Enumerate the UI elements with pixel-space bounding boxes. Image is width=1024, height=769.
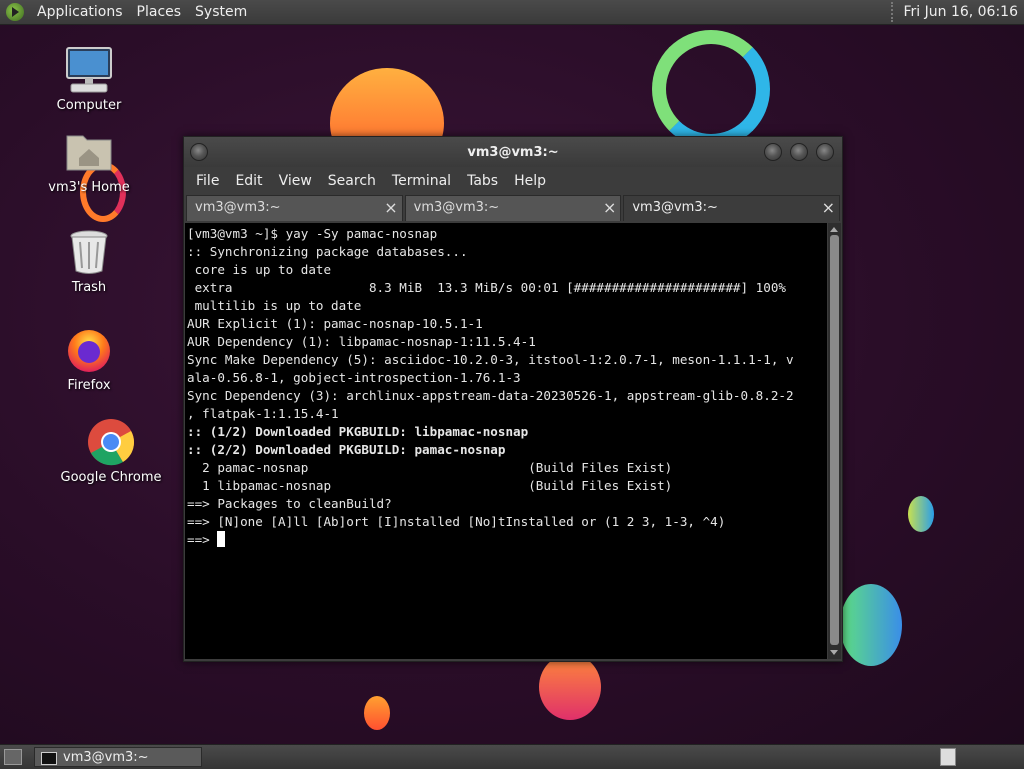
computer-icon [65,46,113,94]
menu-edit[interactable]: Edit [227,173,270,189]
top-panel: Applications Places System Fri Jun 16, 0… [0,0,1024,25]
terminal-cursor [217,531,226,547]
minimize-button[interactable] [764,143,782,161]
desktop-icon-label: Firefox [67,378,111,393]
desktop-icon-trash[interactable]: Trash [34,228,144,295]
desktop-icon-home[interactable]: vm3's Home [34,128,144,195]
tab-bar: vm3@vm3:~ × vm3@vm3:~ × vm3@vm3:~ × [184,195,842,221]
tab-label: vm3@vm3:~ [632,200,718,215]
menu-file[interactable]: File [188,173,227,189]
terminal-line: Sync Make Dependency (5): asciidoc-10.2.… [187,352,794,367]
panel-clock[interactable]: Fri Jun 16, 06:16 [891,2,1024,22]
taskbar-item-label: vm3@vm3:~ [63,750,149,765]
maximize-button[interactable] [790,143,808,161]
tab-label: vm3@vm3:~ [413,200,500,215]
show-desktop-icon[interactable] [4,749,22,765]
tab-2[interactable]: vm3@vm3:~ × [404,195,622,221]
terminal-line: AUR Dependency (1): libpamac-nosnap-1:11… [187,334,536,349]
terminal-line: Sync Dependency (3): archlinux-appstream… [187,388,794,403]
tab-3-active[interactable]: vm3@vm3:~ × [623,195,841,221]
desktop-icon-label: Trash [71,280,107,295]
menu-search[interactable]: Search [320,173,384,189]
desktop-icon-label: vm3's Home [48,180,130,195]
terminal-scrollbar[interactable] [828,223,841,659]
terminal-icon [41,752,57,765]
desktop-icon-firefox[interactable]: Firefox [34,326,144,393]
wallpaper-teal-blob [908,496,934,532]
terminal-line: 2 pamac-nosnap (Build Files Exist) [187,460,673,475]
menu-places[interactable]: Places [130,4,189,20]
terminal-line: 1 libpamac-nosnap (Build Files Exist) [187,478,673,493]
terminal-window[interactable]: vm3@vm3:~ File Edit View Search Terminal… [183,136,843,662]
distro-logo-icon[interactable] [6,3,24,21]
tab-1[interactable]: vm3@vm3:~ × [186,195,403,221]
bottom-panel: vm3@vm3:~ [0,744,1024,769]
window-titlebar[interactable]: vm3@vm3:~ [184,137,842,167]
menu-terminal[interactable]: Terminal [384,173,459,189]
terminal-line: :: Synchronizing package databases... [187,244,468,259]
workspace-switcher[interactable] [940,748,956,766]
firefox-icon [65,326,113,374]
terminal-line: core is up to date [187,262,332,277]
home-folder-icon [65,128,113,176]
terminal-line: :: (1/2) Downloaded PKGBUILD: libpamac-n… [187,424,529,439]
menu-view[interactable]: View [271,173,320,189]
taskbar-item-terminal[interactable]: vm3@vm3:~ [34,747,202,767]
terminal-output[interactable]: [vm3@vm3 ~]$ yay -Sy pamac-nosnap:: Sync… [185,223,827,659]
window-menu-button[interactable] [190,143,208,161]
menu-tabs[interactable]: Tabs [459,173,506,189]
window-title: vm3@vm3:~ [467,144,559,160]
desktop-icon-label: Computer [56,98,122,113]
wallpaper-small-orange-blob [364,696,390,730]
desktop-icon-computer[interactable]: Computer [34,46,144,113]
terminal-prompt-line: ==> [187,531,827,549]
tab-close-icon[interactable]: × [384,196,397,220]
terminal-prompt: ==> [187,532,218,547]
terminal-line: , flatpak-1:1.15.4-1 [187,406,339,421]
close-button[interactable] [816,143,834,161]
wallpaper-pink-blob [539,654,601,720]
terminal-line: ala-0.56.8-1, gobject-introspection-1.76… [187,370,521,385]
tab-label: vm3@vm3:~ [195,200,281,215]
chrome-icon [87,418,135,466]
scroll-up-arrow-icon[interactable] [830,227,838,232]
terminal-line: ==> [N]one [A]ll [Ab]ort [I]nstalled [No… [187,514,726,529]
desktop-icon-label: Google Chrome [60,470,162,485]
window-menubar: File Edit View Search Terminal Tabs Help [184,167,842,195]
scrollbar-thumb[interactable] [830,235,839,645]
terminal-line: multilib is up to date [187,298,362,313]
terminal-line: :: (2/2) Downloaded PKGBUILD: pamac-nosn… [187,442,506,457]
menu-help[interactable]: Help [506,173,554,189]
desktop-icon-chrome[interactable]: Google Chrome [56,418,166,485]
terminal-line: ==> Packages to cleanBuild? [187,496,392,511]
wallpaper-green-ring [652,30,770,148]
menu-applications[interactable]: Applications [30,4,130,20]
terminal-line: extra 8.3 MiB 13.3 MiB/s 00:01 [########… [187,280,786,295]
tab-close-icon[interactable]: × [822,196,835,220]
wallpaper-blue-blob [840,584,902,666]
scroll-down-arrow-icon[interactable] [830,650,838,655]
menu-system[interactable]: System [188,4,254,20]
terminal-line: [vm3@vm3 ~]$ yay -Sy pamac-nosnap [187,226,438,241]
trash-icon [65,228,113,276]
tab-close-icon[interactable]: × [603,196,616,220]
terminal-line: AUR Explicit (1): pamac-nosnap-10.5.1-1 [187,316,483,331]
